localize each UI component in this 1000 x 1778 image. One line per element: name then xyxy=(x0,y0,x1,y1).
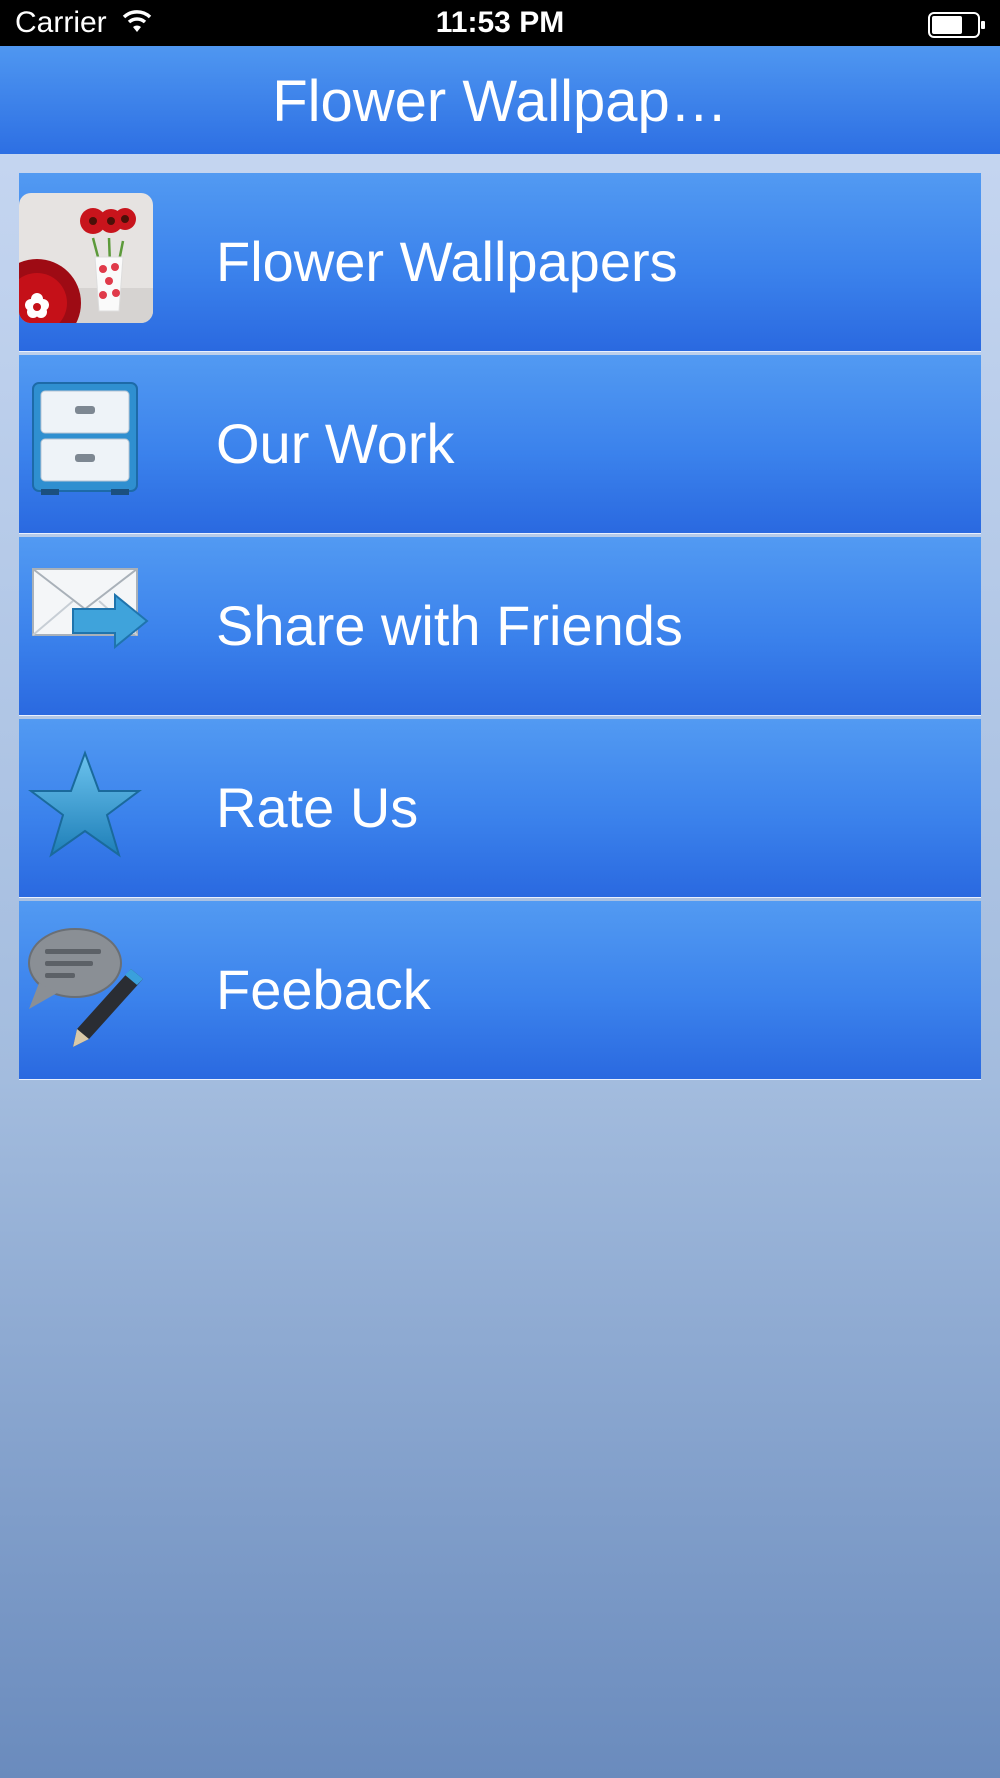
speech-bubble-pencil-icon xyxy=(19,921,159,1059)
menu-item-flower-wallpapers[interactable]: Flower Wallpapers xyxy=(19,173,981,352)
navigation-bar: Flower Wallpap… xyxy=(0,46,1000,154)
status-time: 11:53 PM xyxy=(435,6,565,39)
menu-list: Flower Wallpapers Our Work Share with Fr… xyxy=(19,173,981,1083)
status-bar: Carrier 11:53 PM xyxy=(0,0,1000,46)
battery-icon xyxy=(928,12,986,43)
file-cabinet-icon xyxy=(19,375,159,513)
page-title: Flower Wallpap… xyxy=(272,69,728,134)
flower-vase-icon xyxy=(19,193,159,331)
menu-item-feedback[interactable]: Feeback xyxy=(19,901,981,1080)
menu-item-label: Rate Us xyxy=(216,776,419,839)
menu-item-label: Flower Wallpapers xyxy=(216,230,678,293)
star-icon xyxy=(19,739,159,877)
menu-item-label: Our Work xyxy=(216,412,455,475)
mail-forward-icon xyxy=(19,557,159,695)
menu-item-share-with-friends[interactable]: Share with Friends xyxy=(19,537,981,716)
menu-item-label: Feeback xyxy=(216,958,431,1021)
menu-item-label: Share with Friends xyxy=(216,594,683,657)
menu-item-our-work[interactable]: Our Work xyxy=(19,355,981,534)
menu-item-rate-us[interactable]: Rate Us xyxy=(19,719,981,898)
